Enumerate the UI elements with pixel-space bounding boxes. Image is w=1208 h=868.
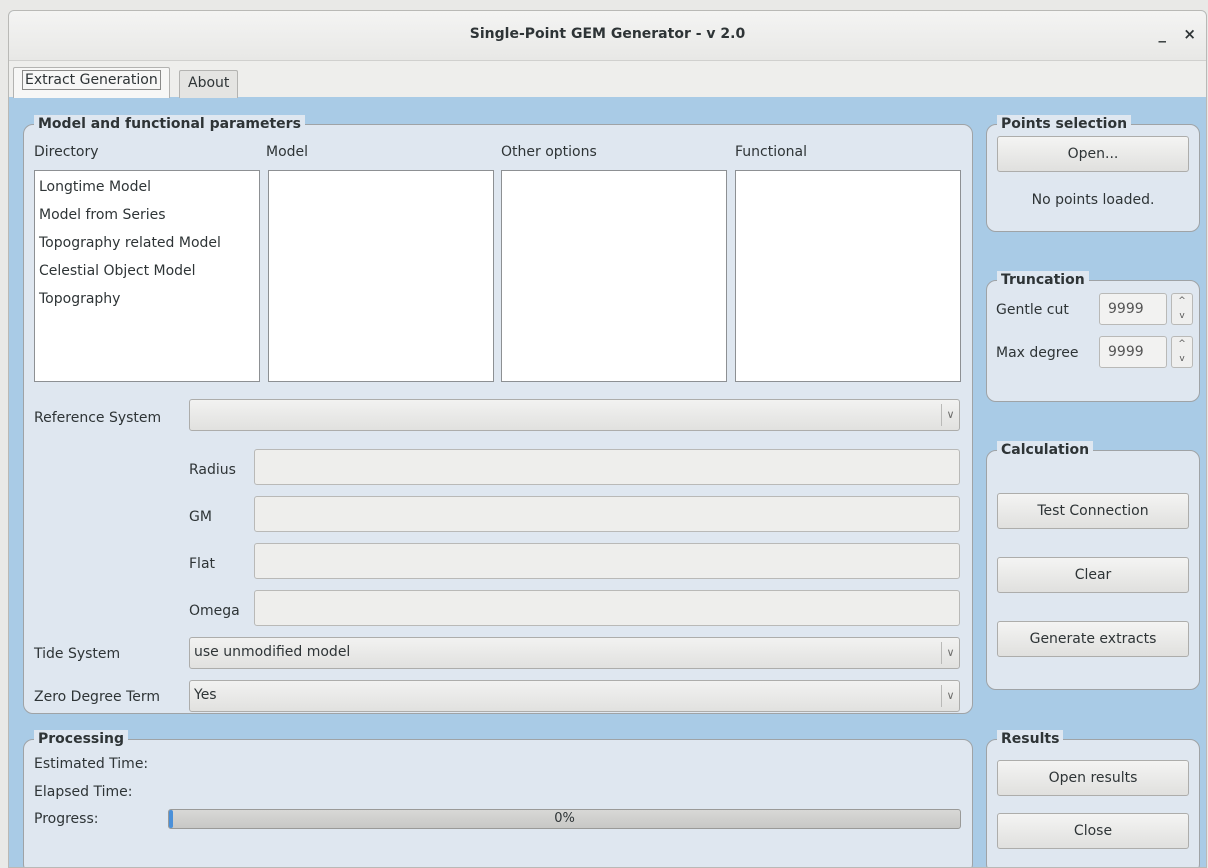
directory-item-topography[interactable]: Topography — [35, 285, 259, 313]
gentle-cut-label: Gentle cut — [996, 302, 1069, 318]
results-panel-title: Results — [997, 730, 1064, 748]
flat-field[interactable] — [254, 543, 960, 579]
open-results-button[interactable]: Open results — [997, 760, 1189, 796]
model-panel-title: Model and functional parameters — [34, 115, 305, 133]
app-window: Single-Point GEM Generator - v 2.0 _ × E… — [8, 10, 1207, 868]
flat-label: Flat — [189, 556, 216, 572]
chevron-down-icon: ∨ — [941, 404, 959, 426]
tab-bar: Extract Generation About — [9, 61, 1206, 98]
tide-system-label: Tide System — [34, 646, 121, 662]
calculation-panel: Calculation Test Connection Clear Genera… — [986, 441, 1200, 690]
tide-system-value: use unmodified model — [194, 644, 351, 660]
max-degree-label: Max degree — [996, 345, 1079, 361]
chevron-down-icon: ∨ — [941, 685, 959, 707]
progress-bar: 0% — [168, 809, 961, 829]
max-degree-stepper[interactable]: ^ v — [1171, 336, 1193, 368]
progress-text: 0% — [554, 811, 575, 826]
points-status: No points loaded. — [1031, 192, 1155, 208]
directory-item-celestial[interactable]: Celestial Object Model — [35, 257, 259, 285]
tide-system-select[interactable]: use unmodified model ∨ — [189, 637, 960, 669]
chevron-up-icon[interactable]: ^ — [1172, 337, 1192, 352]
generate-extracts-button[interactable]: Generate extracts — [997, 621, 1189, 657]
radius-field[interactable] — [254, 449, 960, 485]
chevron-down-icon: ∨ — [941, 642, 959, 664]
tab-extract-generation[interactable]: Extract Generation — [13, 67, 170, 98]
tab-extract-generation-label: Extract Generation — [22, 70, 161, 90]
other-options-list[interactable] — [501, 170, 727, 382]
omega-field[interactable] — [254, 590, 960, 626]
tab-about[interactable]: About — [179, 70, 239, 98]
minimize-button[interactable]: _ — [1159, 25, 1167, 43]
other-options-header: Other options — [501, 144, 597, 160]
title-bar: Single-Point GEM Generator - v 2.0 _ × — [9, 11, 1206, 61]
functional-header: Functional — [735, 144, 808, 160]
gm-label: GM — [189, 509, 212, 525]
truncation-panel: Truncation Gentle cut 9999 ^ v Max degre… — [986, 271, 1200, 402]
open-points-button[interactable]: Open... — [997, 136, 1189, 172]
model-list[interactable] — [268, 170, 494, 382]
estimated-time-label: Estimated Time: — [34, 756, 149, 772]
window-title: Single-Point GEM Generator - v 2.0 — [469, 26, 746, 42]
points-panel-title: Points selection — [997, 115, 1132, 133]
chevron-down-icon[interactable]: v — [1172, 352, 1192, 367]
directory-item-longtime[interactable]: Longtime Model — [35, 173, 259, 201]
gm-field[interactable] — [254, 496, 960, 532]
elapsed-time-label: Elapsed Time: — [34, 784, 133, 800]
reference-system-label: Reference System — [34, 410, 162, 426]
max-degree-spinner[interactable]: 9999 ^ v — [1099, 336, 1193, 368]
zero-degree-value: Yes — [194, 687, 217, 703]
max-degree-value[interactable]: 9999 — [1099, 336, 1167, 368]
gentle-cut-stepper[interactable]: ^ v — [1171, 293, 1193, 325]
test-connection-button[interactable]: Test Connection — [997, 493, 1189, 529]
points-selection-panel: Points selection Open... No points loade… — [986, 115, 1200, 232]
processing-panel-title: Processing — [34, 730, 129, 748]
results-panel: Results Open results Close — [986, 730, 1200, 867]
radius-label: Radius — [189, 462, 236, 478]
truncation-panel-title: Truncation — [997, 271, 1089, 289]
chevron-down-icon[interactable]: v — [1172, 309, 1192, 324]
functional-list[interactable] — [735, 170, 961, 382]
calculation-panel-title: Calculation — [997, 441, 1094, 459]
omega-label: Omega — [189, 603, 240, 619]
directory-header: Directory — [34, 144, 99, 160]
clear-button[interactable]: Clear — [997, 557, 1189, 593]
progress-label: Progress: — [34, 811, 99, 827]
chevron-up-icon[interactable]: ^ — [1172, 294, 1192, 309]
gentle-cut-spinner[interactable]: 9999 ^ v — [1099, 293, 1193, 325]
zero-degree-label: Zero Degree Term — [34, 689, 161, 705]
model-panel: Model and functional parameters Director… — [23, 115, 973, 714]
model-header: Model — [266, 144, 309, 160]
gentle-cut-value[interactable]: 9999 — [1099, 293, 1167, 325]
tab-about-label: About — [188, 75, 230, 91]
close-window-button[interactable]: × — [1183, 25, 1196, 43]
close-button[interactable]: Close — [997, 813, 1189, 849]
directory-item-series[interactable]: Model from Series — [35, 201, 259, 229]
directory-item-topography-related[interactable]: Topography related Model — [35, 229, 259, 257]
processing-panel: Processing Estimated Time: Elapsed Time:… — [23, 730, 973, 867]
zero-degree-select[interactable]: Yes ∨ — [189, 680, 960, 712]
directory-list[interactable]: Longtime Model Model from Series Topogra… — [34, 170, 260, 382]
reference-system-select[interactable]: ∨ — [189, 399, 960, 431]
